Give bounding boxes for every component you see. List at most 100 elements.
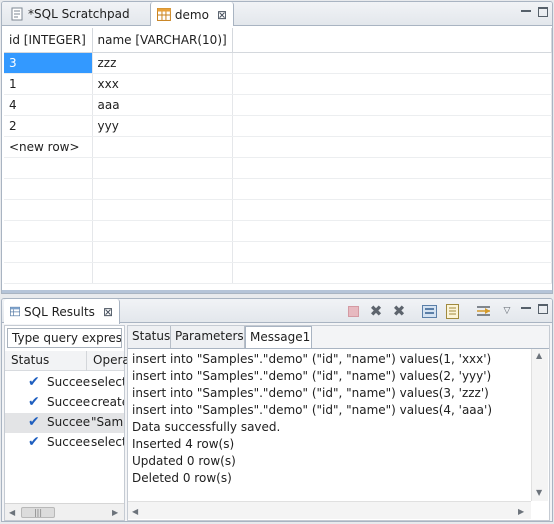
- save-icon[interactable]: [421, 303, 437, 319]
- table-cell[interactable]: yyy: [92, 115, 233, 137]
- table-cell[interactable]: xxx: [92, 73, 233, 95]
- tab-sql-scratchpad[interactable]: *SQL Scratchpad: [4, 2, 150, 26]
- history-status: Succee: [47, 395, 91, 409]
- data-grid[interactable]: id [INTEGER] name [VARCHAR(10)] 3 zzz 1 …: [2, 26, 552, 293]
- checkmark-icon: ✔: [28, 414, 40, 430]
- empty-row: [4, 157, 552, 179]
- history-row[interactable]: ✔ Succee select: [5, 373, 124, 393]
- table-cell[interactable]: 4: [4, 94, 93, 116]
- table-row[interactable]: 1 xxx: [4, 73, 552, 95]
- view-menu-icon[interactable]: ▽: [499, 303, 515, 319]
- query-history-pane: Type query expres Status Opera ✔ Succee …: [4, 325, 127, 521]
- checkmark-icon: ✔: [28, 434, 40, 450]
- empty-row: [4, 262, 552, 284]
- table-cell[interactable]: zzz: [92, 52, 233, 74]
- sql-results-panel: SQL Results ⊠ ✖ ✖ ▽ Type query expres St…: [1, 298, 553, 522]
- table-cell-empty: [232, 73, 552, 95]
- history-status: Succee: [47, 415, 91, 429]
- empty-row: [4, 178, 552, 200]
- table-header-row: id [INTEGER] name [VARCHAR(10)]: [4, 28, 552, 53]
- table-cell-empty: [232, 94, 552, 116]
- message-line: insert into "Samples"."demo" ("id", "nam…: [132, 369, 492, 383]
- result-table: id [INTEGER] name [VARCHAR(10)] 3 zzz 1 …: [4, 28, 552, 284]
- history-horizontal-scrollbar[interactable]: ◀ ||| ▶: [5, 503, 124, 520]
- sql-file-icon: [11, 7, 23, 21]
- minimize-icon[interactable]: [521, 304, 531, 309]
- scroll-right-icon[interactable]: ▶: [518, 507, 524, 516]
- tab-label: demo: [174, 7, 209, 22]
- message-vertical-scrollbar[interactable]: ▲ ▼: [531, 349, 548, 501]
- history-status: Succee: [47, 375, 91, 389]
- message-horizontal-scrollbar[interactable]: ◀ ▶: [128, 501, 531, 519]
- tab-label: SQL Results: [24, 304, 95, 319]
- scroll-left-icon[interactable]: ◀: [9, 508, 15, 517]
- message-line: Inserted 4 row(s): [132, 437, 235, 451]
- empty-row: [4, 220, 552, 242]
- new-row[interactable]: <new row>: [4, 136, 552, 158]
- table-row[interactable]: 2 yyy: [4, 115, 552, 137]
- scroll-down-icon[interactable]: ▼: [536, 488, 542, 497]
- scroll-right-icon[interactable]: ▶: [112, 508, 118, 517]
- tab-label: *SQL Scratchpad: [28, 7, 130, 21]
- table-cell[interactable]: 2: [4, 115, 93, 137]
- tab-status[interactable]: Status: [128, 326, 171, 348]
- scroll-thumb[interactable]: |||: [21, 507, 55, 518]
- checkmark-icon: ✔: [28, 394, 40, 410]
- tab-message1[interactable]: Message1: [245, 326, 312, 349]
- empty-row: [4, 241, 552, 263]
- history-status: Succee: [47, 435, 91, 449]
- history-row[interactable]: ✔ Succee select: [5, 433, 124, 453]
- scroll-up-icon[interactable]: ▲: [536, 351, 542, 360]
- message-line: insert into "Samples"."demo" ("id", "nam…: [132, 403, 492, 417]
- checkmark-icon: ✔: [28, 374, 40, 390]
- tab-sql-results[interactable]: SQL Results ⊠: [4, 299, 120, 324]
- query-filter-input[interactable]: Type query expres: [7, 328, 122, 348]
- pin-icon[interactable]: [475, 303, 491, 319]
- message-line: insert into "Samples"."demo" ("id", "nam…: [132, 386, 489, 400]
- tab-parameters[interactable]: Parameters: [171, 326, 245, 348]
- table-cell-empty: [232, 115, 552, 137]
- history-operation: select: [91, 375, 124, 389]
- result-detail-pane: Status Parameters Message1 insert into "…: [127, 325, 550, 521]
- history-operation: select: [91, 435, 124, 449]
- new-row-label[interactable]: <new row>: [4, 136, 93, 158]
- message-output[interactable]: insert into "Samples"."demo" ("id", "nam…: [128, 348, 549, 520]
- column-header-filler: [232, 28, 552, 53]
- column-header-name[interactable]: name [VARCHAR(10)]: [92, 28, 233, 53]
- close-icon[interactable]: ⊠: [217, 8, 227, 22]
- maximize-icon[interactable]: [538, 7, 548, 17]
- stop-icon[interactable]: [345, 303, 361, 319]
- table-cell-empty: [232, 52, 552, 74]
- tab-demo[interactable]: demo ⊠: [150, 2, 234, 27]
- table-cell[interactable]: aaa: [92, 94, 233, 116]
- close-icon[interactable]: ⊠: [103, 305, 113, 319]
- scroll-left-icon[interactable]: ◀: [132, 507, 138, 516]
- maximize-icon[interactable]: [538, 304, 548, 314]
- history-row-selected[interactable]: ✔ Succee "Samp: [5, 413, 124, 433]
- history-header: Status Opera: [5, 351, 127, 371]
- history-row[interactable]: ✔ Succee create: [5, 393, 124, 413]
- column-header-operation[interactable]: Opera: [87, 351, 127, 371]
- export-icon[interactable]: [444, 303, 460, 319]
- column-header-status[interactable]: Status: [5, 351, 87, 371]
- table-icon: [157, 8, 171, 21]
- remove-all-icon[interactable]: ✖: [391, 302, 407, 320]
- table-row[interactable]: 3 zzz: [4, 52, 552, 74]
- remove-icon[interactable]: ✖: [368, 302, 384, 320]
- table-row[interactable]: 4 aaa: [4, 94, 552, 116]
- table-cell-empty: [232, 136, 552, 158]
- message-line: Deleted 0 row(s): [132, 471, 232, 485]
- table-cell-selected[interactable]: 3: [4, 52, 93, 74]
- minimize-icon[interactable]: [521, 7, 531, 12]
- history-operation: "Samp: [91, 415, 124, 429]
- detail-tab-bar: Status Parameters Message1: [128, 326, 549, 349]
- empty-row: [4, 199, 552, 221]
- table-cell-empty[interactable]: [92, 136, 233, 158]
- editor-panel: *SQL Scratchpad demo ⊠ id [INTEGER] name…: [1, 1, 553, 294]
- message-line: insert into "Samples"."demo" ("id", "nam…: [132, 352, 492, 366]
- message-line: Data successfully saved.: [132, 420, 281, 434]
- table-cell[interactable]: 1: [4, 73, 93, 95]
- sql-results-icon: [10, 306, 21, 317]
- column-header-id[interactable]: id [INTEGER]: [4, 28, 93, 53]
- results-tab-bar: SQL Results ⊠ ✖ ✖ ▽: [2, 299, 552, 324]
